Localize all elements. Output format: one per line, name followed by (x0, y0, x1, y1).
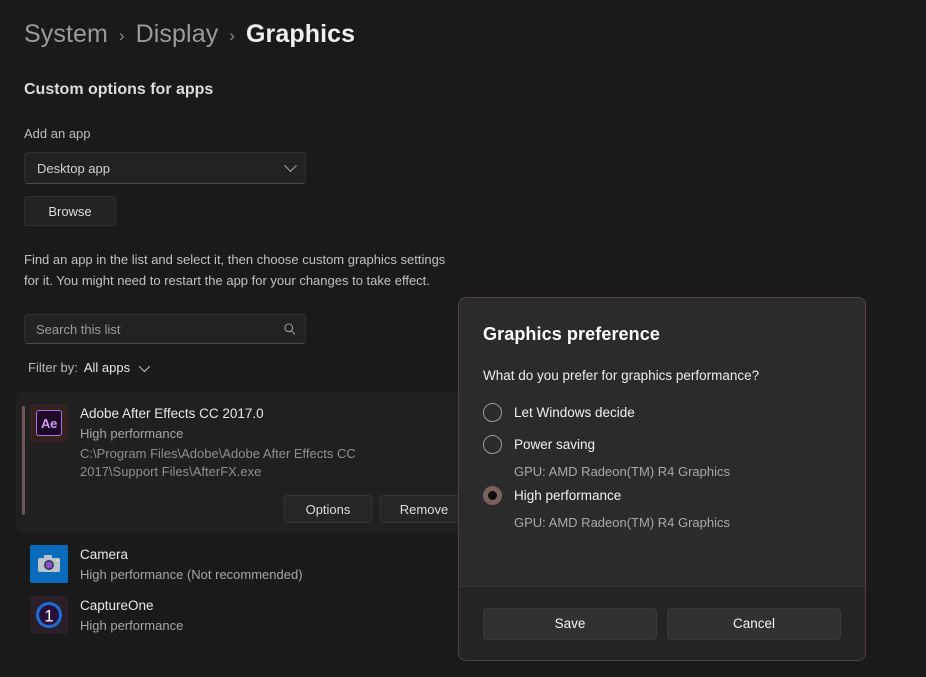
search-input[interactable]: Search this list (24, 314, 306, 344)
breadcrumb-item-system[interactable]: System (24, 20, 108, 49)
search-icon (284, 323, 296, 335)
radio-label: Power saving (514, 437, 596, 452)
radio-button[interactable] (483, 486, 502, 505)
breadcrumb-separator-icon: › (229, 26, 235, 45)
app-row-captureone[interactable]: 1 CaptureOne High performance (16, 584, 482, 635)
cancel-button[interactable]: Cancel (667, 607, 841, 640)
radio-label: Let Windows decide (514, 405, 635, 420)
remove-button[interactable]: Remove (380, 495, 468, 523)
browse-button[interactable]: Browse (24, 196, 116, 226)
radio-button[interactable] (483, 403, 502, 422)
app-path: C:\Program Files\Adobe\Adobe After Effec… (80, 446, 356, 479)
graphics-description: Find an app in the list and select it, t… (24, 252, 446, 288)
breadcrumb-item-graphics: Graphics (245, 20, 356, 48)
camera-icon (30, 545, 68, 583)
app-list: Ae Adobe After Effects CC 2017.0 High pe… (16, 392, 482, 635)
app-name: CaptureOne (80, 598, 154, 613)
radio-option-let-windows-decide[interactable]: Let Windows decide (483, 400, 841, 425)
dialog-title: Graphics preference (483, 324, 660, 344)
chevron-down-icon (138, 360, 151, 372)
app-name: Adobe After Effects CC 2017.0 (80, 406, 264, 421)
selection-accent-bar (22, 406, 25, 515)
page-title: Custom options for apps (24, 81, 214, 98)
save-button[interactable]: Save (483, 607, 657, 640)
graphics-preference-dialog: Graphics preference What do you prefer f… (458, 297, 866, 661)
gpu-label: GPU: AMD Radeon(TM) R4 Graphics (514, 515, 731, 530)
after-effects-icon: Ae (30, 404, 68, 442)
app-name: Camera (80, 547, 129, 562)
app-row-camera[interactable]: Camera High performance (Not recommended… (16, 533, 482, 584)
graphics-preference-radio-group: Let Windows decide Power saving GPU: AMD… (483, 400, 841, 530)
add-app-label: Add an app (24, 126, 91, 141)
dialog-footer: Save Cancel (459, 586, 865, 660)
app-type-dropdown[interactable]: Desktop app (24, 152, 306, 184)
breadcrumb-item-display[interactable]: Display (136, 20, 219, 49)
app-card-after-effects[interactable]: Ae Adobe After Effects CC 2017.0 High pe… (16, 392, 482, 533)
breadcrumb-separator-icon: › (118, 26, 125, 45)
app-status: High performance (80, 426, 184, 441)
radio-label: High performance (514, 488, 622, 503)
svg-text:1: 1 (44, 607, 53, 626)
filter-label: Filter by: (28, 360, 78, 375)
search-placeholder: Search this list (36, 321, 121, 337)
after-effects-icon-label: Ae (36, 410, 62, 436)
radio-button[interactable] (483, 435, 502, 454)
breadcrumb: System › Display › Graphics (24, 20, 355, 49)
filter-value: All apps (83, 360, 131, 375)
dialog-question: What do you prefer for graphics performa… (483, 368, 760, 383)
radio-option-power-saving[interactable]: Power saving (483, 432, 841, 457)
app-type-value: Desktop app (37, 160, 110, 176)
gpu-label: GPU: AMD Radeon(TM) R4 Graphics (514, 464, 731, 479)
options-button[interactable]: Options (284, 495, 372, 523)
app-status: High performance (Not recommended) (80, 567, 303, 582)
settings-graphics-page: System › Display › Graphics Custom optio… (0, 0, 926, 677)
chevron-down-icon (284, 158, 297, 172)
app-status: High performance (80, 618, 184, 633)
captureone-icon: 1 (30, 596, 68, 634)
filter-control[interactable]: Filter by: All apps (28, 360, 151, 375)
radio-option-high-performance[interactable]: High performance (483, 483, 841, 508)
